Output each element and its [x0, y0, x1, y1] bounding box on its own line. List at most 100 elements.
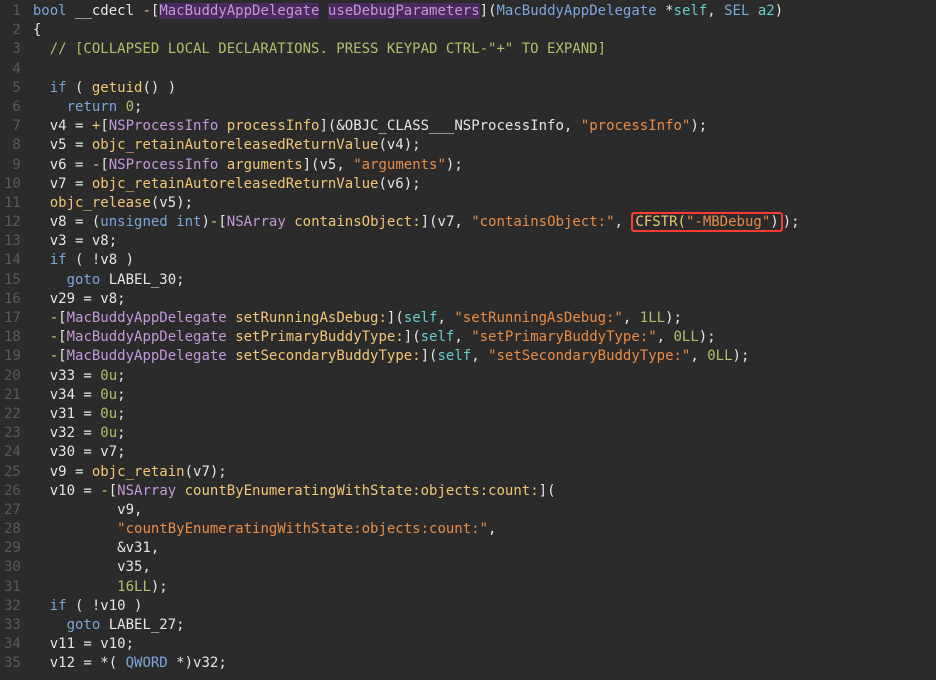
code-token: 0u	[100, 368, 117, 384]
code-token: "arguments"	[353, 157, 446, 173]
line-number-gutter: 1234567891011121314151617181920212223242…	[0, 0, 29, 680]
code-token: objc_retainAutoreleasedReturnValue	[92, 176, 379, 192]
code-token: v10 =	[33, 483, 100, 499]
line-number: 35	[4, 654, 21, 673]
code-token: )	[770, 214, 778, 230]
code-line[interactable]: &v31,	[33, 539, 936, 558]
code-line[interactable]: return 0;	[33, 98, 936, 117]
code-token	[33, 521, 117, 537]
code-token	[33, 348, 50, 364]
code-token	[218, 157, 226, 173]
code-area[interactable]: bool __cdecl -[MacBuddyAppDelegate useDe…	[29, 0, 936, 680]
code-token	[33, 579, 117, 595]
line-number: 30	[4, 558, 21, 577]
code-line[interactable]: v31 = 0u;	[33, 405, 936, 424]
code-token	[33, 41, 50, 57]
code-token: MacBuddyAppDelegate	[67, 310, 227, 326]
line-number: 12	[4, 213, 21, 232]
code-token: objc_retain	[92, 464, 185, 480]
code-line[interactable]: v9,	[33, 501, 936, 520]
line-number: 20	[4, 367, 21, 386]
code-token: "containsObject:"	[471, 214, 614, 230]
line-number: 11	[4, 194, 21, 213]
code-line[interactable]: "countByEnumeratingWithState:objects:cou…	[33, 520, 936, 539]
code-token: );	[690, 118, 707, 134]
code-line[interactable]: goto LABEL_30;	[33, 271, 936, 290]
code-line[interactable]: -[MacBuddyAppDelegate setSecondaryBuddyT…	[33, 347, 936, 366]
line-number: 22	[4, 405, 21, 424]
code-line[interactable]: v5 = objc_retainAutoreleasedReturnValue(…	[33, 136, 936, 155]
code-line[interactable]: v9 = objc_retain(v7);	[33, 463, 936, 482]
code-token	[33, 195, 50, 211]
code-token	[33, 272, 67, 288]
code-line[interactable]: v29 = v8;	[33, 290, 936, 309]
code-token: LABEL_27;	[100, 617, 184, 633]
code-line[interactable]: v35,	[33, 558, 936, 577]
code-token: ;	[117, 406, 125, 422]
code-token: LABEL_30;	[100, 272, 184, 288]
code-line[interactable]: -[MacBuddyAppDelegate setPrimaryBuddyTyp…	[33, 328, 936, 347]
code-token: unsigned int	[100, 214, 201, 230]
code-line[interactable]: goto LABEL_27;	[33, 616, 936, 635]
code-line[interactable]: bool __cdecl -[MacBuddyAppDelegate useDe…	[33, 2, 936, 21]
code-line[interactable]: v7 = objc_retainAutoreleasedReturnValue(…	[33, 175, 936, 194]
code-token: v32 =	[33, 425, 100, 441]
code-token: getuid	[92, 80, 143, 96]
code-line[interactable]: v6 = -[NSProcessInfo arguments](v5, "arg…	[33, 156, 936, 175]
code-token: ](	[319, 118, 336, 134]
code-token: "setSecondaryBuddyType:"	[488, 348, 690, 364]
line-number: 6	[4, 98, 21, 117]
line-number: 18	[4, 328, 21, 347]
code-line[interactable]: v33 = 0u;	[33, 367, 936, 386]
code-line[interactable]	[33, 60, 936, 79]
code-line[interactable]: v3 = v8;	[33, 232, 936, 251]
code-token: self	[421, 329, 455, 345]
code-token: ,	[657, 329, 674, 345]
code-line[interactable]: // [COLLAPSED LOCAL DECLARATIONS. PRESS …	[33, 40, 936, 59]
code-line[interactable]: {	[33, 21, 936, 40]
code-token: ;	[117, 368, 125, 384]
code-token: [	[218, 214, 226, 230]
code-token: setPrimaryBuddyType:	[235, 329, 404, 345]
line-number: 31	[4, 578, 21, 597]
code-line[interactable]: v30 = v7;	[33, 443, 936, 462]
code-line[interactable]: v11 = v10;	[33, 635, 936, 654]
code-line[interactable]: v8 = (unsigned int)-[NSArray containsObj…	[33, 213, 936, 232]
code-token: ](	[387, 310, 404, 326]
line-number: 24	[4, 443, 21, 462]
code-token: SEL	[724, 3, 749, 19]
code-token: if	[50, 80, 67, 96]
code-line[interactable]: v32 = 0u;	[33, 424, 936, 443]
code-token: 0u	[100, 425, 117, 441]
line-number: 8	[4, 136, 21, 155]
line-number: 34	[4, 635, 21, 654]
code-token: ,	[471, 348, 488, 364]
code-editor: 1234567891011121314151617181920212223242…	[0, 0, 936, 680]
code-line[interactable]: if ( getuid() )	[33, 79, 936, 98]
code-line[interactable]: v34 = 0u;	[33, 386, 936, 405]
code-token: );	[446, 157, 463, 173]
code-token: &OBJC_CLASS___NSProcessInfo,	[336, 118, 580, 134]
line-number: 33	[4, 616, 21, 635]
code-token: NSArray	[117, 483, 176, 499]
line-number: 13	[4, 232, 21, 251]
code-token	[319, 3, 327, 19]
code-token: (v6);	[378, 176, 420, 192]
code-line[interactable]: objc_release(v5);	[33, 194, 936, 213]
code-line[interactable]: v10 = -[NSArray countByEnumeratingWithSt…	[33, 482, 936, 501]
code-line[interactable]: if ( !v10 )	[33, 597, 936, 616]
code-token: setRunningAsDebug:	[235, 310, 387, 326]
code-line[interactable]: -[MacBuddyAppDelegate setRunningAsDebug:…	[33, 309, 936, 328]
code-token: [	[100, 118, 108, 134]
line-number: 32	[4, 597, 21, 616]
code-token: ](	[421, 348, 438, 364]
code-line[interactable]: v4 = +[NSProcessInfo processInfo](&OBJC_…	[33, 117, 936, 136]
code-line[interactable]: if ( !v8 )	[33, 251, 936, 270]
code-token: ,	[690, 348, 707, 364]
code-line[interactable]: v12 = *( QWORD *)v32;	[33, 654, 936, 673]
code-token: v35,	[33, 559, 151, 575]
code-line[interactable]: 16LL);	[33, 578, 936, 597]
code-token: ,	[454, 329, 471, 345]
code-token: 1LL	[640, 310, 665, 326]
code-token: [	[100, 157, 108, 173]
